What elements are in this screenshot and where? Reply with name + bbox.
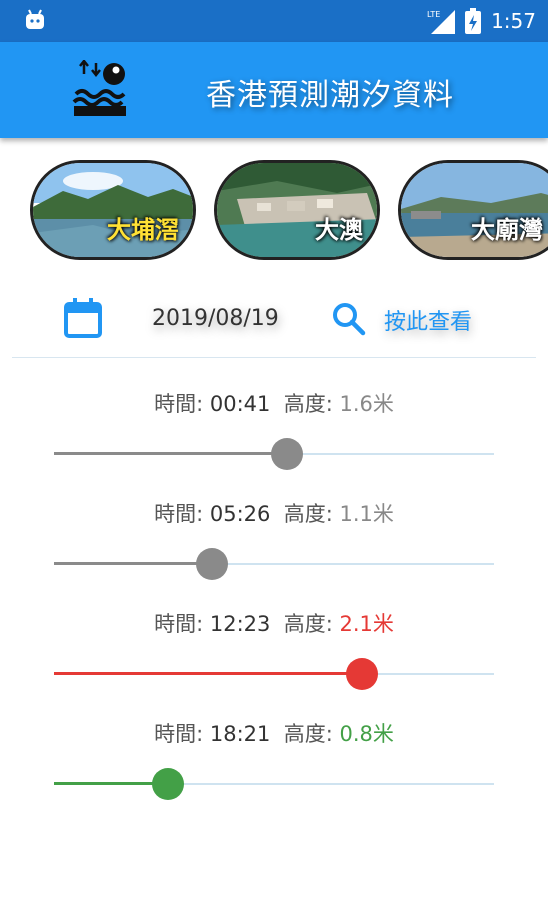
slider-thumb[interactable] bbox=[271, 438, 304, 470]
selected-date[interactable]: 2019/08/19 bbox=[152, 306, 279, 331]
tide-height: 1.6 bbox=[339, 392, 373, 416]
slider-thumb[interactable] bbox=[152, 768, 185, 800]
height-unit: 米 bbox=[372, 392, 394, 416]
height-label: 高度: bbox=[283, 502, 333, 526]
time-label: 時間: bbox=[154, 392, 204, 416]
slider-fill bbox=[54, 672, 362, 675]
divider bbox=[12, 357, 536, 358]
tide-logo-icon bbox=[72, 60, 126, 116]
date-bar: 2019/08/19 按此查看 bbox=[0, 290, 548, 350]
place-label: 大埔滘 bbox=[107, 216, 179, 244]
search-icon[interactable] bbox=[332, 302, 366, 336]
time-label: 時間: bbox=[154, 502, 204, 526]
tide-info: 時間: 05:26 高度: 1.1米 bbox=[0, 498, 548, 528]
tide-entry: 時間: 12:23 高度: 2.1米 bbox=[0, 608, 548, 718]
clock: 1:57 bbox=[491, 9, 536, 33]
tide-info: 時間: 18:21 高度: 0.8米 bbox=[0, 718, 548, 748]
slider-thumb[interactable] bbox=[346, 658, 378, 690]
tide-entry: 時間: 00:41 高度: 1.6米 bbox=[0, 388, 548, 498]
search-button[interactable]: 按此查看 bbox=[384, 304, 472, 336]
place-card-tai-o[interactable]: 大澳 bbox=[214, 160, 380, 260]
tide-info: 時間: 12:23 高度: 2.1米 bbox=[0, 608, 548, 638]
app-title: 香港預測潮汐資料 bbox=[206, 78, 454, 113]
tide-info: 時間: 00:41 高度: 1.6米 bbox=[0, 388, 548, 418]
slider-fill bbox=[54, 782, 169, 785]
place-label: 大廟灣 bbox=[471, 216, 543, 244]
tide-entry: 時間: 18:21 高度: 0.8米 bbox=[0, 718, 548, 828]
height-unit: 米 bbox=[372, 722, 394, 746]
tide-time: 00:41 bbox=[209, 392, 271, 416]
signal-icon: LTE bbox=[427, 10, 456, 34]
tide-slider[interactable] bbox=[54, 766, 494, 802]
height-label: 高度: bbox=[283, 612, 333, 636]
place-card-tai-po-kau[interactable]: 大埔滘 bbox=[30, 160, 196, 260]
tide-height: 0.8 bbox=[339, 722, 373, 746]
tide-height: 2.1 bbox=[339, 612, 373, 636]
height-label: 高度: bbox=[283, 392, 333, 416]
tide-slider[interactable] bbox=[54, 436, 494, 472]
tide-time: 12:23 bbox=[209, 612, 271, 636]
tide-time: 18:21 bbox=[209, 722, 271, 746]
tide-entry: 時間: 05:26 高度: 1.1米 bbox=[0, 498, 548, 608]
tide-slider[interactable] bbox=[54, 656, 494, 692]
android-icon bbox=[26, 9, 44, 29]
app-bar: 香港預測潮汐資料 bbox=[0, 42, 548, 138]
slider-thumb[interactable] bbox=[196, 548, 229, 580]
slider-fill bbox=[54, 452, 288, 455]
tide-height: 1.1 bbox=[339, 502, 373, 526]
place-card-joss-house-bay[interactable]: 大廟灣 bbox=[398, 160, 548, 260]
status-bar: LTE 1:57 bbox=[0, 0, 548, 42]
svg-text:LTE: LTE bbox=[427, 10, 440, 19]
tide-time: 05:26 bbox=[209, 502, 271, 526]
height-unit: 米 bbox=[372, 612, 394, 636]
location-carousel[interactable]: 大埔滘 大澳 大廟灣 bbox=[0, 160, 548, 264]
height-unit: 米 bbox=[372, 502, 394, 526]
time-label: 時間: bbox=[154, 722, 204, 746]
height-label: 高度: bbox=[283, 722, 333, 746]
battery-icon bbox=[465, 8, 482, 34]
place-label: 大澳 bbox=[315, 216, 363, 244]
slider-fill bbox=[54, 562, 213, 565]
tide-slider[interactable] bbox=[54, 546, 494, 582]
calendar-icon[interactable] bbox=[64, 298, 102, 338]
time-label: 時間: bbox=[154, 612, 204, 636]
